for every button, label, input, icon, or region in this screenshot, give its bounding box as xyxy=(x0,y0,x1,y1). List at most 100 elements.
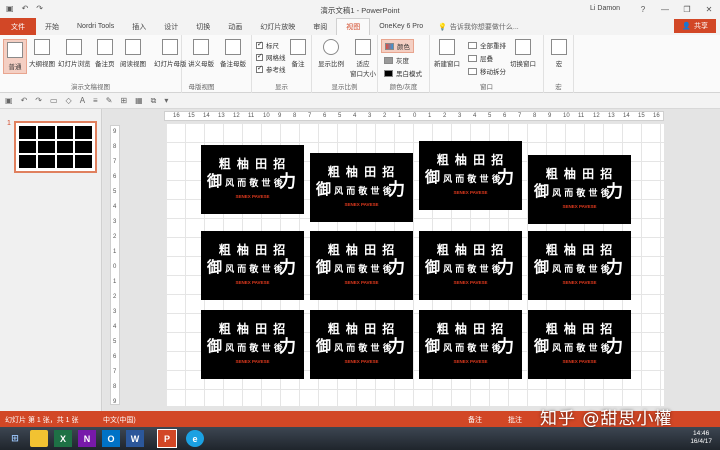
reading-view-button[interactable]: 阅读视图 xyxy=(120,39,146,68)
image-card[interactable]: 粗 柚 田 招御 风 而 敬 世 後力 SENEX PAVESE xyxy=(528,231,631,300)
group-color: 颜色 灰度 黑白模式 颜色/灰度 xyxy=(378,35,430,93)
system-clock[interactable]: 14:46 16/4/17 xyxy=(690,430,712,446)
move-split-button[interactable]: 移动拆分 xyxy=(468,66,506,76)
ruler-tick: 14 xyxy=(623,113,630,119)
slide-canvas[interactable]: 粗 柚 田 招御 风 而 敬 世 後力 SENEX PAVESE 粗 柚 田 招御 … xyxy=(166,123,664,406)
cascade-button[interactable]: 层叠 xyxy=(468,53,493,63)
tab-transitions[interactable]: 切换 xyxy=(187,18,219,35)
tab-slideshow[interactable]: 幻灯片放映 xyxy=(251,18,304,35)
handout-master-button[interactable]: 讲义母版 xyxy=(188,39,214,68)
group-icon[interactable]: ⧉ xyxy=(151,96,157,106)
close-button[interactable]: ✕ xyxy=(698,0,720,18)
calligraphy-char: 御 xyxy=(316,337,332,355)
language-indicator[interactable]: 中文(中国) xyxy=(103,415,136,425)
normal-view-button[interactable]: 普通 xyxy=(3,39,27,74)
blackwhite-button[interactable]: 黑白模式 xyxy=(384,68,422,78)
align-icon[interactable]: ≡ xyxy=(93,96,98,105)
new-window-button[interactable]: 新建窗口 xyxy=(434,39,460,68)
more-icon[interactable]: ▾ xyxy=(164,96,168,105)
zoom-button[interactable]: 显示比例 xyxy=(318,39,344,68)
brush-icon[interactable]: ✎ xyxy=(106,96,113,105)
share-button[interactable]: 👤 共享 xyxy=(674,19,716,33)
outlook-icon[interactable]: O xyxy=(102,430,120,447)
ruler-tick: 4 xyxy=(113,324,117,330)
image-card[interactable]: 粗 柚 田 招御 风 而 敬 世 後力 SENEX PAVESE xyxy=(528,155,631,224)
slide-thumbnail[interactable] xyxy=(14,121,97,173)
present-icon[interactable]: ▭ xyxy=(50,96,58,105)
arrange-all-button[interactable]: 全部重排 xyxy=(468,40,506,50)
outline-view-button[interactable]: 大纲视图 xyxy=(29,39,55,68)
tab-nordri-tools[interactable]: Nordri Tools xyxy=(68,18,123,35)
notes-page-button[interactable]: 备注页 xyxy=(95,39,115,68)
tab-design[interactable]: 设计 xyxy=(155,18,187,35)
browser-icon[interactable]: e xyxy=(186,430,204,447)
textbox-icon[interactable]: A xyxy=(80,96,85,105)
distribute-icon[interactable]: ⊞ xyxy=(120,96,127,105)
user-name[interactable]: Li Damon xyxy=(590,5,620,12)
reading-view-label: 阅读视图 xyxy=(120,61,146,68)
image-card[interactable]: 粗 柚 田 招御 风 而 敬 世 後力 SENEX PAVESE xyxy=(201,310,304,379)
help-button[interactable]: ? xyxy=(632,0,654,18)
restore-button[interactable]: ❐ xyxy=(676,0,698,18)
ruler-tick: 1 xyxy=(113,279,117,285)
guides-checkbox[interactable]: 参考线 xyxy=(256,64,286,74)
word-icon[interactable]: W xyxy=(126,430,144,447)
tab-review[interactable]: 审阅 xyxy=(304,18,336,35)
image-card[interactable]: 粗 柚 田 招御 风 而 敬 世 後力 SENEX PAVESE xyxy=(419,231,522,300)
tab-home[interactable]: 开始 xyxy=(36,18,68,35)
ruler-tick: 9 xyxy=(113,129,117,135)
calligraphy-small: 风 而 敬 世 後 xyxy=(225,344,283,354)
ruler-tick: 9 xyxy=(113,399,117,405)
shapes-icon[interactable]: ◇ xyxy=(66,96,72,105)
card-subtitle: SENEX PAVESE xyxy=(344,280,379,285)
tab-file[interactable]: 文件 xyxy=(0,18,36,35)
minimize-button[interactable]: — xyxy=(654,0,676,18)
ruler-tick: 7 xyxy=(113,369,117,375)
status-comments-button[interactable]: 批注 xyxy=(508,415,522,425)
tab-onekey[interactable]: OneKey 6 Pro xyxy=(370,18,432,35)
save-icon[interactable]: ▣ xyxy=(5,96,13,105)
tell-me-box[interactable]: 💡 告诉我你想要做什么... xyxy=(432,18,519,35)
fit-window-button[interactable]: 适应 窗口大小 xyxy=(350,39,376,78)
image-card[interactable]: 粗 柚 田 招御 风 而 敬 世 後力 SENEX PAVESE xyxy=(201,145,304,214)
image-card[interactable]: 粗 柚 田 招御 风 而 敬 世 後力 SENEX PAVESE xyxy=(310,310,413,379)
tab-insert[interactable]: 插入 xyxy=(123,18,155,35)
image-card[interactable]: 粗 柚 田 招御 风 而 敬 世 後力 SENEX PAVESE xyxy=(310,231,413,300)
ruler-tick: 0 xyxy=(113,264,117,270)
macros-button[interactable]: 宏 xyxy=(551,39,567,68)
image-card[interactable]: 粗 柚 田 招御 风 而 敬 世 後力 SENEX PAVESE xyxy=(528,310,631,379)
notes-master-button[interactable]: 备注母版 xyxy=(220,39,246,68)
start-icon[interactable]: ⊞ xyxy=(6,430,24,447)
picture-icon[interactable]: ▦ xyxy=(135,96,143,105)
ruler-tick: 11 xyxy=(578,113,585,119)
powerpoint-icon[interactable]: P xyxy=(157,429,177,448)
redo-icon[interactable]: ↷ xyxy=(35,96,42,105)
image-card[interactable]: 粗 柚 田 招御 风 而 敬 世 後力 SENEX PAVESE xyxy=(419,141,522,210)
switch-window-button[interactable]: 切换窗口 xyxy=(510,39,536,68)
grayscale-button[interactable]: 灰度 xyxy=(384,55,409,65)
tab-view[interactable]: 视图 xyxy=(336,18,371,35)
calligraphy-char-large: 力 xyxy=(279,172,296,192)
ruler-tick: 4 xyxy=(473,113,477,119)
status-notes-button[interactable]: 备注 xyxy=(468,415,482,425)
group-show: 标尺 网格线 参考线 备注 显示 xyxy=(252,35,312,93)
excel-icon[interactable]: X xyxy=(54,430,72,447)
image-card[interactable]: 粗 柚 田 招御 风 而 敬 世 後力 SENEX PAVESE xyxy=(201,231,304,300)
onenote-icon[interactable]: N xyxy=(78,430,96,447)
slide-sorter-label: 幻灯片浏览 xyxy=(58,61,91,68)
ruler-checkbox[interactable]: 标尺 xyxy=(256,40,279,50)
image-card[interactable]: 粗 柚 田 招御 风 而 敬 世 後力 SENEX PAVESE xyxy=(419,310,522,379)
tab-animations[interactable]: 动画 xyxy=(219,18,251,35)
notes-button[interactable]: 备注 xyxy=(290,39,306,68)
slide-sorter-button[interactable]: 幻灯片浏览 xyxy=(58,39,91,68)
gridlines-checkbox[interactable]: 网格线 xyxy=(256,52,286,62)
image-card[interactable]: 粗 柚 田 招御 风 而 敬 世 後力 SENEX PAVESE xyxy=(310,153,413,222)
fit-window-icon xyxy=(355,39,371,55)
slide-master-button[interactable]: 幻灯片母版 xyxy=(154,39,187,68)
thumb-card xyxy=(19,126,36,139)
notes-master-icon xyxy=(225,39,241,55)
explorer-icon[interactable] xyxy=(30,430,48,447)
color-button[interactable]: 颜色 xyxy=(381,39,414,53)
ruler-tick: 5 xyxy=(113,339,117,345)
undo-icon[interactable]: ↶ xyxy=(21,96,28,105)
